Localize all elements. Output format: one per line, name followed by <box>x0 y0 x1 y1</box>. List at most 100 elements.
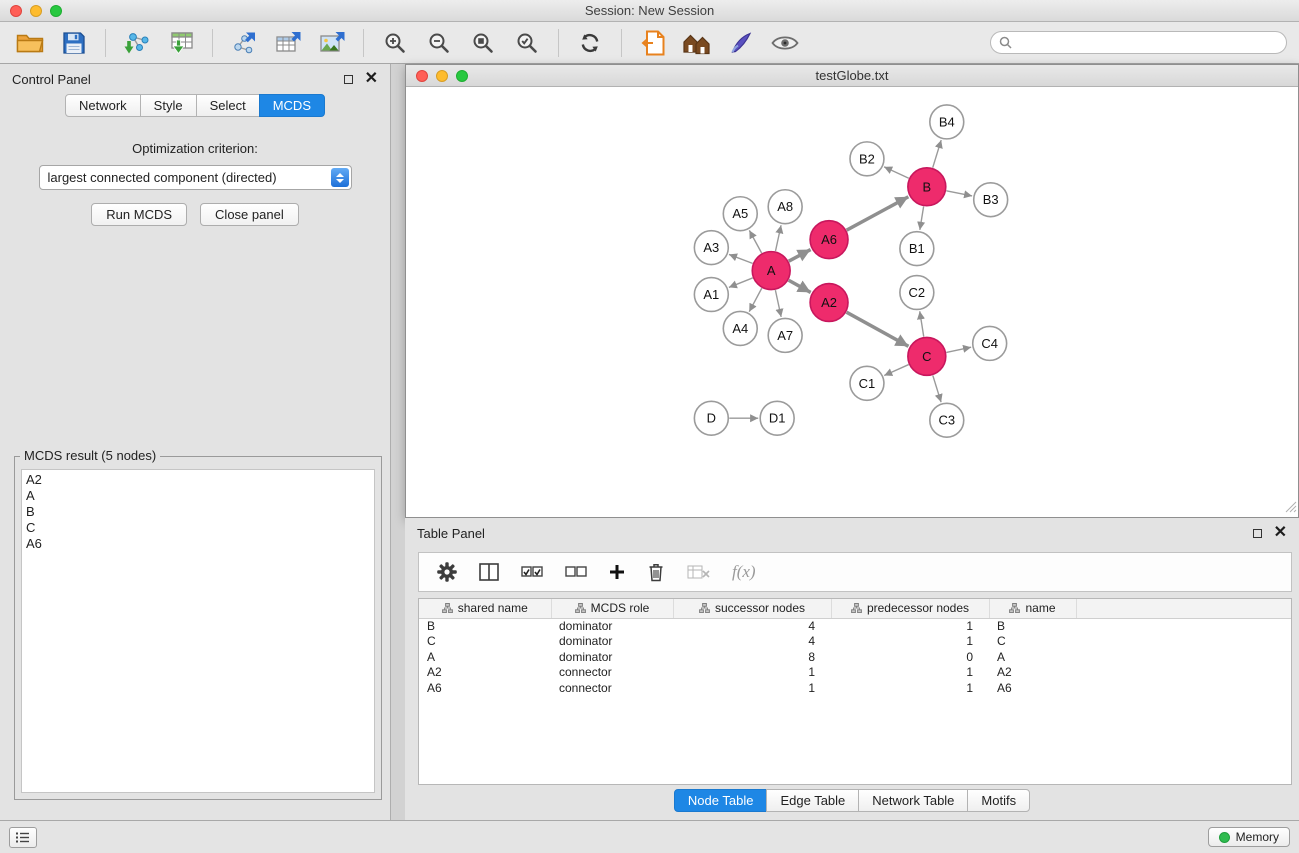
cell-successor-nodes[interactable]: 8 <box>673 650 831 666</box>
cell-successor-nodes[interactable]: 1 <box>673 681 831 697</box>
import-network-button[interactable] <box>117 26 157 60</box>
node-B3[interactable]: B3 <box>974 183 1008 217</box>
node-A5[interactable]: A5 <box>723 197 757 231</box>
cell-shared-name[interactable]: A2 <box>419 665 551 681</box>
cell-successor-nodes[interactable]: 4 <box>673 618 831 634</box>
table-row[interactable]: Cdominator41C <box>419 634 1291 650</box>
cell-predecessor-nodes[interactable]: 1 <box>831 665 989 681</box>
cell-successor-nodes[interactable]: 1 <box>673 665 831 681</box>
node-A8[interactable]: A8 <box>768 190 802 224</box>
node-A3[interactable]: A3 <box>694 231 728 265</box>
zoom-network-icon[interactable] <box>456 70 468 82</box>
open-session-button[interactable] <box>10 26 50 60</box>
zoom-in-button[interactable] <box>375 26 415 60</box>
table-row[interactable]: A2connector11A2 <box>419 665 1291 681</box>
delete-table-button[interactable] <box>687 565 710 579</box>
mcds-result-item[interactable]: A2 <box>26 472 370 488</box>
minimize-network-icon[interactable] <box>436 70 448 82</box>
cell-shared-name[interactable]: A6 <box>419 681 551 697</box>
node-B[interactable]: B <box>908 168 946 206</box>
cell-predecessor-nodes[interactable]: 0 <box>831 650 989 666</box>
table-row[interactable]: Adominator80A <box>419 650 1291 666</box>
edge-A-A7[interactable] <box>775 290 781 317</box>
mcds-result-item[interactable]: B <box>26 504 370 520</box>
cell-name[interactable]: A2 <box>989 665 1076 681</box>
cell-shared-name[interactable]: C <box>419 634 551 650</box>
columns-button[interactable] <box>479 563 499 581</box>
float-table-panel-icon[interactable] <box>1253 529 1262 538</box>
edge-C-C4[interactable] <box>946 347 971 352</box>
close-window-icon[interactable] <box>10 5 22 17</box>
node-A6[interactable]: A6 <box>810 221 848 259</box>
run-mcds-button[interactable]: Run MCDS <box>91 203 187 226</box>
node-C[interactable]: C <box>908 337 946 375</box>
node-D1[interactable]: D1 <box>760 401 794 435</box>
zoom-fit-button[interactable] <box>463 26 503 60</box>
node-B2[interactable]: B2 <box>850 142 884 176</box>
show-hide-button[interactable] <box>765 26 805 60</box>
apply-layout-button[interactable] <box>570 26 610 60</box>
cell-name[interactable]: A6 <box>989 681 1076 697</box>
edge-A-A1[interactable] <box>729 278 753 287</box>
tab-edge-table[interactable]: Edge Table <box>766 789 859 812</box>
cell-MCDS-role[interactable]: dominator <box>551 650 673 666</box>
cell-name[interactable]: C <box>989 634 1076 650</box>
close-table-panel-icon[interactable]: ✕ <box>1274 525 1287 541</box>
settings-button[interactable] <box>437 562 457 582</box>
node-A2[interactable]: A2 <box>810 284 848 322</box>
tab-style[interactable]: Style <box>140 94 197 117</box>
edge-B-B4[interactable] <box>933 140 941 168</box>
export-network-button[interactable] <box>224 26 264 60</box>
edge-A6-B[interactable] <box>847 197 909 230</box>
tab-motifs[interactable]: Motifs <box>967 789 1030 812</box>
tab-network[interactable]: Network <box>65 94 141 117</box>
node-C2[interactable]: C2 <box>900 276 934 310</box>
edge-A2-C[interactable] <box>847 312 909 346</box>
column-header-successor-nodes[interactable]: successor nodes <box>673 599 831 618</box>
zoom-out-button[interactable] <box>419 26 459 60</box>
edge-C-C3[interactable] <box>933 375 941 402</box>
cell-MCDS-role[interactable]: connector <box>551 681 673 697</box>
cell-predecessor-nodes[interactable]: 1 <box>831 634 989 650</box>
close-network-icon[interactable] <box>416 70 428 82</box>
close-panel-button[interactable]: Close panel <box>200 203 299 226</box>
node-D[interactable]: D <box>694 401 728 435</box>
import-table-button[interactable] <box>161 26 201 60</box>
tab-node-table[interactable]: Node Table <box>674 789 768 812</box>
float-panel-icon[interactable] <box>344 75 353 84</box>
tab-network-table[interactable]: Network Table <box>858 789 968 812</box>
table-row[interactable]: Bdominator41B <box>419 618 1291 634</box>
node-C1[interactable]: C1 <box>850 366 884 400</box>
network-canvas[interactable]: B4B2BB3A5A8A6A3AB1A1A2C2A4A7C4C1CC3DD1 <box>406 88 1298 517</box>
column-header-predecessor-nodes[interactable]: predecessor nodes <box>831 599 989 618</box>
cell-shared-name[interactable]: A <box>419 650 551 666</box>
cell-successor-nodes[interactable]: 4 <box>673 634 831 650</box>
cell-shared-name[interactable]: B <box>419 618 551 634</box>
edge-C-C2[interactable] <box>920 311 924 336</box>
export-table-button[interactable] <box>268 26 308 60</box>
tab-mcds[interactable]: MCDS <box>259 94 325 117</box>
cell-MCDS-role[interactable]: dominator <box>551 634 673 650</box>
export-image-button[interactable] <box>312 26 352 60</box>
cell-MCDS-role[interactable]: connector <box>551 665 673 681</box>
node-A7[interactable]: A7 <box>768 318 802 352</box>
mcds-result-list[interactable]: A2ABCA6 <box>21 469 375 793</box>
open-file-button[interactable] <box>633 26 673 60</box>
cell-name[interactable]: B <box>989 618 1076 634</box>
node-A[interactable]: A <box>752 252 790 290</box>
node-A4[interactable]: A4 <box>723 311 757 345</box>
node-B1[interactable]: B1 <box>900 232 934 266</box>
mcds-result-item[interactable]: A6 <box>26 536 370 552</box>
edge-B-B1[interactable] <box>920 206 924 229</box>
cell-predecessor-nodes[interactable]: 1 <box>831 618 989 634</box>
zoom-window-icon[interactable] <box>50 5 62 17</box>
edge-B-B2[interactable] <box>884 167 909 178</box>
select-all-button[interactable] <box>521 566 543 578</box>
cell-MCDS-role[interactable]: dominator <box>551 618 673 634</box>
mcds-result-item[interactable]: C <box>26 520 370 536</box>
memory-button[interactable]: Memory <box>1208 827 1290 847</box>
edge-C-C1[interactable] <box>884 365 908 376</box>
edge-A-A3[interactable] <box>729 254 753 263</box>
table-row[interactable]: A6connector11A6 <box>419 681 1291 697</box>
tab-select[interactable]: Select <box>196 94 260 117</box>
